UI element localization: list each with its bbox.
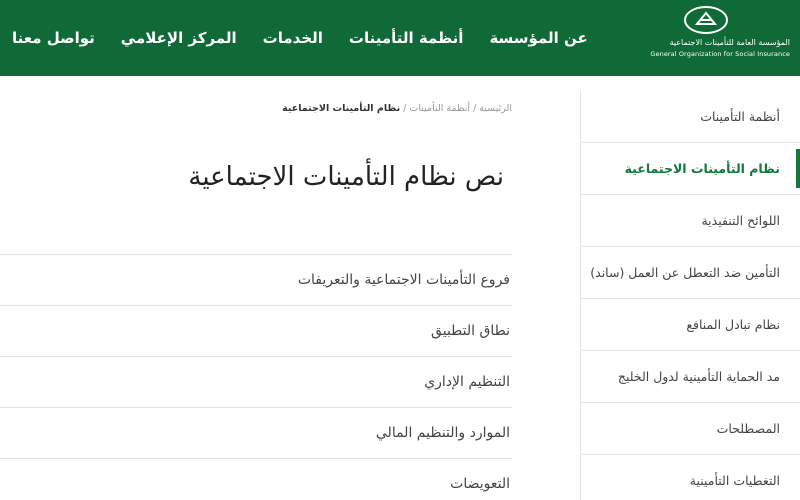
section-label: فروع التأمينات الاجتماعية والتعريفات: [297, 272, 510, 288]
section-label: التنظيم الإداري: [424, 374, 510, 390]
brand-logo[interactable]: المؤسسة العامة للتأمينات الاجتماعية Gene…: [630, 4, 790, 70]
logo-icon: [684, 6, 728, 34]
page-title: نص نظام التأمينات الاجتماعية: [188, 162, 504, 192]
nav-media-center[interactable]: المركز الإعلامي: [121, 29, 237, 47]
breadcrumb-separator: /: [403, 103, 407, 114]
section-item[interactable]: فروع التأمينات الاجتماعية والتعريفات: [0, 254, 512, 305]
section-item[interactable]: التنظيم الإداري: [0, 356, 512, 407]
breadcrumb: الرئيسية/أنظمة التأمينات/نظام التأمينات …: [282, 103, 512, 114]
breadcrumb-parent[interactable]: أنظمة التأمينات: [409, 103, 470, 114]
sidebar-item-gcc-protection[interactable]: مد الحماية التأمينية لدول الخليج: [581, 351, 800, 403]
section-item[interactable]: التعويضات: [0, 458, 512, 500]
section-item[interactable]: نطاق التطبيق: [0, 305, 512, 356]
sidebar-item-social-insurance-law[interactable]: نظام التأمينات الاجتماعية: [581, 143, 800, 195]
brand-name-arabic: المؤسسة العامة للتأمينات الاجتماعية: [669, 38, 790, 47]
nav-insurance-systems[interactable]: أنظمة التأمينات: [349, 29, 464, 47]
section-label: الموارد والتنظيم المالي: [375, 425, 510, 441]
breadcrumb-home[interactable]: الرئيسية: [479, 103, 512, 114]
section-label: التعويضات: [450, 476, 510, 492]
sidebar-item-terms[interactable]: المصطلحات: [581, 403, 800, 455]
brand-name-english: General Organization for Social Insuranc…: [650, 50, 790, 58]
nav-about[interactable]: عن المؤسسة: [489, 29, 587, 47]
sidebar-item-insurance-systems[interactable]: أنظمة التأمينات: [581, 91, 800, 143]
nav-contact[interactable]: تواصل معنا: [12, 29, 95, 47]
nav-services[interactable]: الخدمات: [263, 29, 323, 47]
sidebar-item-benefits-exchange[interactable]: نظام تبادل المنافع: [581, 299, 800, 351]
sidebar-item-saned[interactable]: التأمين ضد التعطل عن العمل (ساند): [581, 247, 800, 299]
top-header: عن المؤسسة أنظمة التأمينات الخدمات المرك…: [0, 0, 800, 76]
sidebar-item-coverages[interactable]: التغطيات التأمينية: [581, 455, 800, 500]
section-label: نطاق التطبيق: [431, 323, 510, 339]
section-item[interactable]: الموارد والتنظيم المالي: [0, 407, 512, 458]
breadcrumb-separator: /: [473, 103, 477, 114]
sidebar-menu: أنظمة التأمينات نظام التأمينات الاجتماعي…: [580, 91, 800, 500]
sections-list: فروع التأمينات الاجتماعية والتعريفات نطا…: [0, 254, 512, 500]
breadcrumb-current: نظام التأمينات الاجتماعية: [282, 103, 401, 114]
main-nav: عن المؤسسة أنظمة التأمينات الخدمات المرك…: [12, 0, 588, 76]
sidebar-item-executive-regulations[interactable]: اللوائح التنفيذية: [581, 195, 800, 247]
